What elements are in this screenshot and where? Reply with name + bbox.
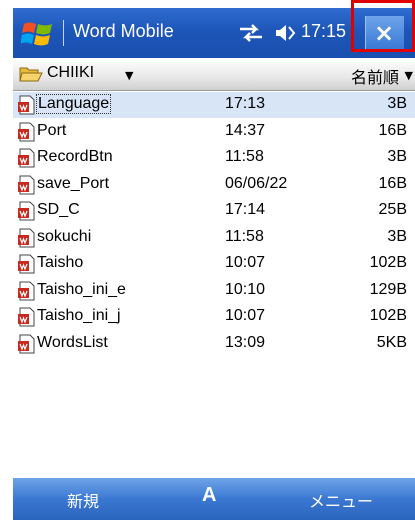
file-row[interactable]: WordsList 13:09 5KB [13,331,415,357]
file-modified: 10:07 [225,307,266,324]
file-modified: 17:14 [225,201,266,218]
file-modified: 10:07 [225,254,266,271]
file-name: Taisho_ini_j [37,307,121,324]
file-name: sokuchi [37,227,92,245]
folder-bar: CHIIKI ▼ 名前順 ▼ [13,58,415,91]
file-modified: 10:10 [225,280,266,298]
close-button[interactable]: × [365,16,404,50]
new-softkey[interactable]: 新規 [67,488,99,512]
word-document-icon [18,254,35,274]
file-name: Taisho [37,254,84,271]
file-size: 102B [369,254,407,271]
app-title: Word Mobile [73,21,174,41]
file-name: Port [37,121,67,139]
file-modified: 13:09 [225,333,266,351]
windows-start-icon[interactable] [21,20,55,48]
volume-icon[interactable] [275,23,297,43]
menu-softkey[interactable]: メニュー [309,488,373,512]
file-name: Language [36,94,112,114]
file-size: 16B [378,121,407,139]
file-row[interactable]: save_Port 06/06/22 16B [13,172,415,198]
file-size: 16B [378,174,407,192]
file-name: RecordBtn [37,148,113,165]
chevron-down-icon: ▼ [404,69,413,82]
file-size: 5KB [376,333,407,351]
connectivity-icon[interactable] [238,23,264,43]
word-document-icon [18,201,35,221]
file-row[interactable]: Port 14:37 16B [13,119,415,145]
clock[interactable]: 17:15 [301,21,365,42]
file-size: 3B [387,227,407,245]
folder-label: CHIIKI [47,64,95,81]
file-name: WordsList [37,333,108,351]
file-modified: 06/06/22 [225,174,288,192]
file-modified: 14:37 [225,121,266,139]
word-document-icon [18,122,35,141]
file-row[interactable]: Taisho 10:07 102B [13,251,415,277]
title-bar: Word Mobile 17:15 × [13,8,415,58]
device-screen: Word Mobile 17:15 × CHIIKI ▼ 名前順 ▼ Langu… [13,0,415,520]
chevron-down-icon: ▼ [125,69,134,82]
file-row[interactable]: Language 17:13 3B [13,92,415,118]
word-document-icon [18,281,35,300]
file-row[interactable]: Taisho_ini_e 10:10 129B [13,278,415,304]
file-size: 3B [387,95,407,112]
file-modified: 17:13 [225,95,266,112]
file-list: Language 17:13 3B Port 14:37 16B RecordBtn 11:5… [13,91,415,478]
file-name: Taisho_ini_e [37,280,126,298]
folder-open-icon [19,67,43,82]
word-document-icon [18,334,35,353]
file-size: 3B [387,148,407,165]
file-size: 102B [369,307,407,324]
file-row[interactable]: RecordBtn 11:58 3B [13,145,415,171]
file-modified: 11:58 [225,148,264,165]
word-document-icon [18,175,35,194]
word-document-icon [18,95,35,115]
file-row[interactable]: SD_C 17:14 25B [13,198,415,224]
file-size: 25B [378,201,407,218]
input-mode-indicator[interactable]: A [202,484,216,507]
word-document-icon [18,228,35,247]
word-document-icon [18,307,35,327]
title-separator [63,20,64,46]
word-document-icon [18,148,35,168]
file-row[interactable]: Taisho_ini_j 10:07 102B [13,304,415,330]
sort-label: 名前順 [350,68,399,87]
close-icon: × [374,19,395,47]
file-modified: 11:58 [225,227,264,245]
softkey-bar: 新規 A メニュー [13,478,415,520]
file-name: save_Port [37,174,110,192]
file-name: SD_C [37,201,80,218]
file-size: 129B [369,280,407,298]
file-row[interactable]: sokuchi 11:58 3B [13,225,415,251]
